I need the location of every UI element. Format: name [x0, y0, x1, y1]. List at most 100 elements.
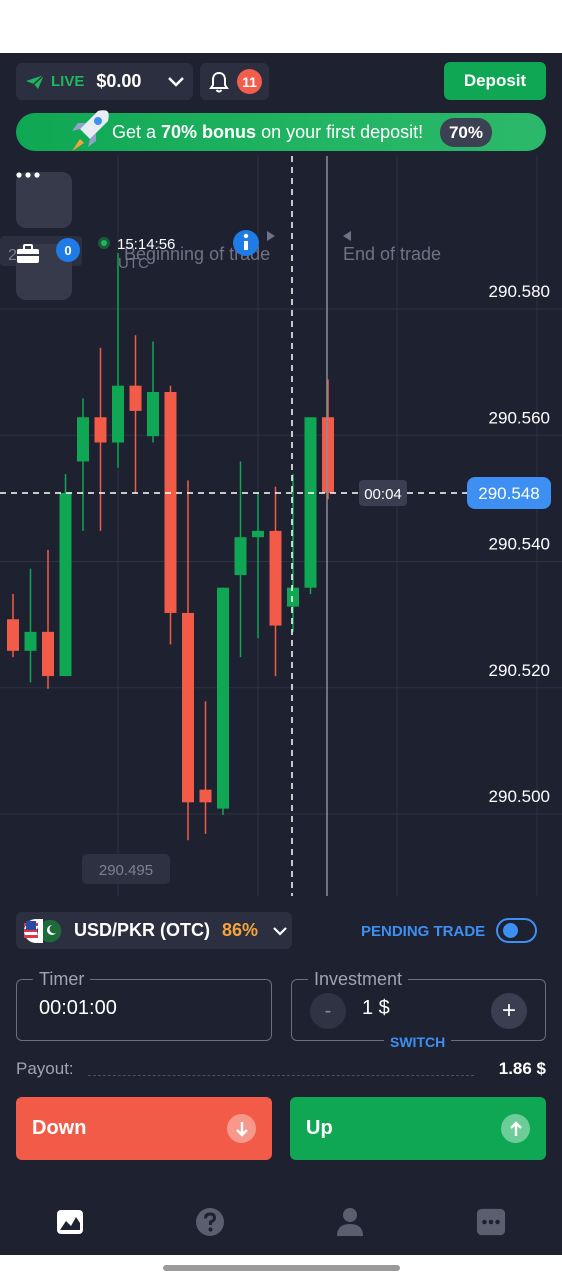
toggle-knob	[503, 923, 518, 938]
price-chart[interactable]: 290.580290.560290.540290.520290.50015:04…	[0, 156, 562, 896]
down-button[interactable]: Down	[16, 1097, 272, 1160]
end-of-trade-label: End of trade	[343, 244, 441, 264]
timer-field[interactable]: Timer 00:01:00	[16, 969, 272, 1041]
payout-label: Payout:	[16, 1059, 74, 1078]
candle-body	[234, 537, 247, 576]
candle	[252, 493, 264, 639]
candle-body	[77, 417, 89, 462]
trading-app: LIVE $0.00 11 Deposit Get a 70% bonus on…	[0, 53, 562, 1255]
currency-flags-icon	[24, 917, 63, 944]
low-price-value: 290.495	[99, 862, 153, 879]
info-icon-dot	[243, 233, 249, 239]
candle	[164, 385, 177, 645]
candle	[234, 461, 247, 658]
more-dots-icon	[16, 172, 40, 178]
candle	[42, 549, 54, 689]
asset-row: USD/PKR (OTC) 86% PENDING TRADE	[0, 911, 562, 953]
y-tick-label: 290.560	[489, 408, 550, 427]
switch-button[interactable]: SWITCH	[384, 1034, 452, 1050]
timer-value[interactable]: 00:01:00	[39, 997, 117, 1020]
notifications-badge: 11	[237, 69, 262, 94]
chevron-down-icon	[273, 926, 287, 936]
timer-label: Timer	[33, 969, 91, 990]
more-options-button[interactable]	[16, 172, 72, 228]
up-button[interactable]: Up	[290, 1097, 546, 1160]
payout-divider	[88, 1075, 474, 1076]
help-icon	[196, 1208, 224, 1236]
candle-body	[322, 417, 334, 493]
top-bar: LIVE $0.00 11 Deposit	[0, 53, 562, 109]
arrow-left-icon	[343, 231, 351, 241]
profile-icon	[337, 1208, 363, 1236]
candle-body	[252, 530, 264, 538]
banner-bonus-badge: 70%	[439, 118, 492, 147]
bell-icon	[209, 71, 229, 92]
increase-button[interactable]: +	[491, 993, 527, 1029]
candle-body	[147, 392, 159, 437]
nav-profile[interactable]	[335, 1207, 365, 1237]
arrow-down-icon	[227, 1114, 256, 1143]
candle	[287, 474, 299, 632]
chart-icon	[57, 1210, 83, 1234]
bottom-navigation	[0, 1193, 562, 1253]
y-tick-label: 290.520	[489, 661, 550, 680]
account-selector[interactable]: LIVE $0.00	[16, 63, 193, 100]
candle	[77, 398, 89, 531]
up-label: Up	[306, 1117, 333, 1139]
rocket-icon	[72, 110, 109, 151]
candle	[7, 594, 19, 658]
decrease-button[interactable]: -	[310, 993, 346, 1029]
candle-body	[59, 493, 72, 677]
investment-field[interactable]: Investment - 1 $ + SWITCH	[291, 969, 546, 1050]
asset-payout-percent: 86%	[222, 920, 259, 940]
candle-body	[304, 417, 317, 588]
account-mode: LIVE	[51, 73, 85, 90]
arrow-right-icon	[267, 231, 275, 241]
current-time: 15:14:56	[117, 236, 175, 253]
pending-trade-toggle[interactable]	[496, 918, 537, 943]
candle	[147, 341, 159, 443]
briefcase-icon	[17, 244, 39, 263]
investment-value[interactable]: 1 $	[362, 997, 390, 1020]
home-indicator	[163, 1265, 400, 1271]
candle-body	[217, 587, 229, 809]
portfolio-badge: 0	[56, 238, 80, 262]
candle-body	[112, 385, 124, 443]
candle	[217, 587, 229, 815]
banner-bonus: 70% bonus	[161, 121, 257, 142]
chart-canvas[interactable]: 290.580290.560290.540290.520290.50015:04…	[0, 156, 562, 896]
portfolio-button[interactable]: 0	[16, 238, 80, 300]
candle-body	[164, 392, 177, 613]
down-label: Down	[32, 1117, 87, 1139]
nav-chat[interactable]	[476, 1207, 506, 1237]
nav-help[interactable]	[195, 1207, 225, 1237]
nav-chart[interactable]	[55, 1207, 85, 1237]
candle-body	[94, 417, 107, 443]
info-icon-stem	[244, 241, 248, 250]
y-tick-label: 290.540	[489, 535, 550, 554]
y-tick-label: 290.500	[489, 787, 550, 806]
candle-body	[7, 619, 19, 651]
payout-value: 1.86 $	[498, 1059, 546, 1078]
candle-body	[269, 530, 282, 626]
banner-text-2: on your first deposit!	[256, 121, 424, 142]
candle-body	[129, 385, 142, 411]
candle	[322, 379, 334, 500]
arrow-up-icon	[501, 1114, 530, 1143]
asset-name: USD/PKR (OTC)	[74, 920, 210, 940]
timer-tag-value: 00:04	[364, 486, 402, 503]
pending-trade-label: PENDING TRADE	[361, 923, 486, 940]
asset-selector[interactable]: USD/PKR (OTC) 86%	[16, 912, 292, 949]
chat-icon	[476, 1208, 506, 1236]
candle-body	[199, 789, 212, 803]
deposit-button[interactable]: Deposit	[444, 62, 546, 100]
banner-text-1: Get a	[112, 121, 162, 142]
candle	[94, 347, 107, 531]
live-dot-core	[101, 240, 107, 246]
current-price-value: 290.548	[478, 484, 539, 503]
bonus-banner[interactable]: Get a 70% bonus on your first deposit! 7…	[16, 110, 546, 151]
candle-body	[287, 587, 299, 607]
candle	[182, 480, 194, 841]
candle	[269, 486, 282, 677]
notifications-button[interactable]: 11	[200, 63, 269, 100]
